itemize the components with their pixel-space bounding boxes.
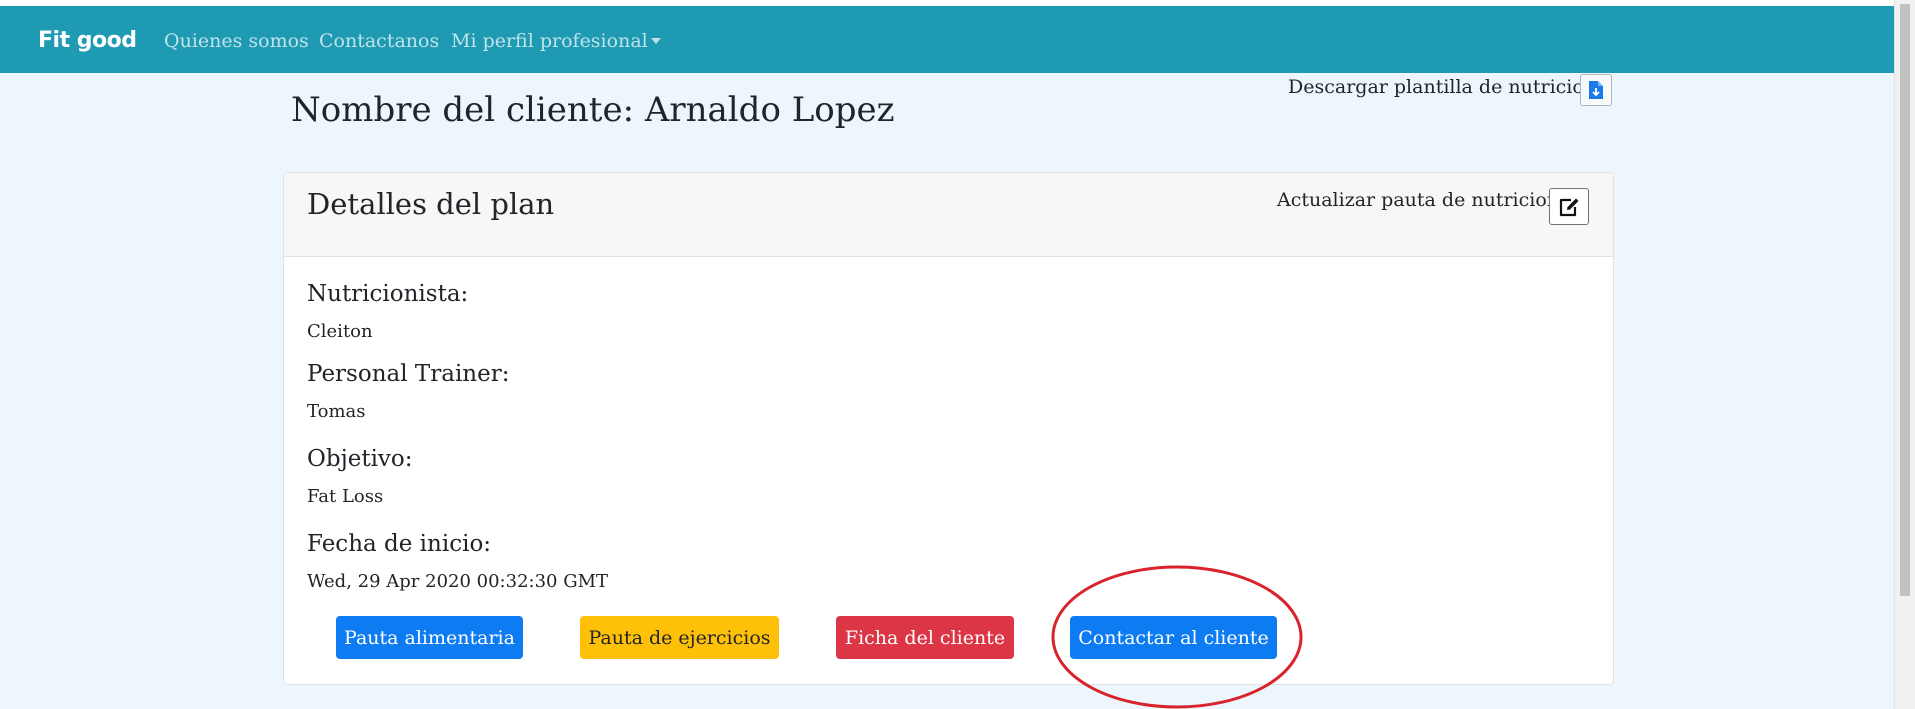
personal-trainer-label: Personal Trainer: <box>307 361 510 387</box>
nutritionist-value: Cleiton <box>307 321 373 342</box>
client-file-button[interactable]: Ficha del cliente <box>836 616 1014 659</box>
nav-link-contactanos[interactable]: Contactanos <box>319 30 439 52</box>
start-date-label: Fecha de inicio: <box>307 531 492 557</box>
vertical-scrollbar[interactable] <box>1894 0 1915 709</box>
download-button[interactable] <box>1580 74 1612 106</box>
update-nutrition-button[interactable] <box>1549 188 1589 225</box>
edit-icon <box>1559 198 1579 216</box>
plan-details-card: Detalles del plan Actualizar pauta de nu… <box>283 172 1614 685</box>
nav-link-quienes-somos[interactable]: Quienes somos <box>164 30 309 52</box>
objective-label: Objetivo: <box>307 446 413 472</box>
nutrition-plan-button[interactable]: Pauta alimentaria <box>336 616 523 659</box>
update-nutrition-label: Actualizar pauta de nutricion <box>1277 189 1560 211</box>
brand-logo[interactable]: Fit good <box>38 28 137 53</box>
start-date-value: Wed, 29 Apr 2020 00:32:30 GMT <box>307 571 609 592</box>
caret-down-icon <box>650 37 661 44</box>
file-download-icon <box>1589 81 1603 99</box>
card-header: Detalles del plan Actualizar pauta de nu… <box>284 173 1613 257</box>
nav-dropdown-mi-perfil[interactable]: Mi perfil profesional <box>451 30 661 52</box>
page-title: Nombre del cliente: Arnaldo Lopez <box>291 90 895 130</box>
navbar: Fit good Quienes somos Contactanos Mi pe… <box>0 6 1895 73</box>
nutritionist-label: Nutricionista: <box>307 281 469 307</box>
nav-dropdown-label: Mi perfil profesional <box>451 30 648 52</box>
exercise-plan-button[interactable]: Pauta de ejercicios <box>580 616 779 659</box>
personal-trainer-value: Tomas <box>307 401 366 422</box>
contact-client-button[interactable]: Contactar al cliente <box>1070 616 1277 659</box>
download-label: Descargar plantilla de nutricion <box>1288 76 1597 98</box>
objective-value: Fat Loss <box>307 486 384 507</box>
card-title: Detalles del plan <box>307 187 555 221</box>
scrollbar-thumb[interactable] <box>1900 4 1910 596</box>
